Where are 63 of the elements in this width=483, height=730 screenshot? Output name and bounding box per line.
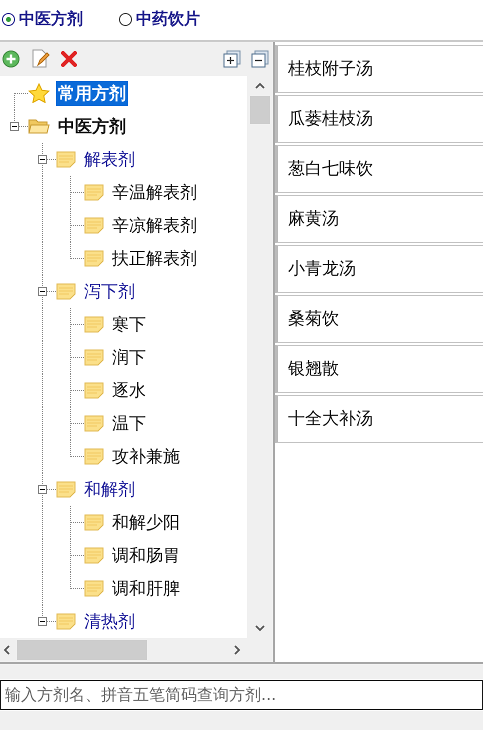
- radio-button[interactable]: [2, 13, 15, 26]
- formula-item[interactable]: 葱白七味饮: [275, 144, 483, 193]
- collapse-toggle-icon[interactable]: [38, 616, 47, 626]
- scroll-left-icon[interactable]: [3, 644, 11, 655]
- radio-button[interactable]: [119, 13, 132, 26]
- tree-item[interactable]: 和解少阳: [110, 510, 182, 535]
- collapse-toggle-icon[interactable]: [38, 286, 47, 296]
- tree-item[interactable]: 和解剂: [82, 476, 137, 502]
- tree-item[interactable]: 润下: [110, 344, 148, 370]
- note-icon: [84, 447, 104, 466]
- tree-item[interactable]: 泻下剂: [82, 278, 137, 304]
- radio-label[interactable]: 中药饮片: [136, 9, 200, 30]
- scroll-up-icon[interactable]: [255, 82, 265, 90]
- scroll-right-icon[interactable]: [233, 644, 241, 655]
- formula-item[interactable]: 银翘散: [275, 344, 483, 393]
- search-field[interactable]: 输入方剂名、拼音五笔简码查询方剂...: [0, 680, 483, 710]
- collapse-all-icon[interactable]: [251, 50, 269, 68]
- tree-item[interactable]: 调和肝脾: [110, 576, 182, 601]
- tree-item[interactable]: 中医方剂: [56, 114, 128, 139]
- collapse-toggle-icon[interactable]: [38, 484, 47, 494]
- delete-icon[interactable]: [60, 50, 78, 68]
- scrollbar-thumb[interactable]: [250, 96, 270, 124]
- note-icon: [84, 381, 104, 400]
- note-icon: [56, 480, 76, 498]
- tree-item[interactable]: 寒下: [110, 312, 148, 337]
- note-icon: [84, 546, 104, 564]
- tree-item[interactable]: 调和肠胃: [110, 542, 182, 568]
- radio-label[interactable]: 中医方剂: [19, 9, 83, 30]
- tree-item[interactable]: 辛温解表剂: [110, 180, 199, 205]
- formula-item[interactable]: 小青龙汤: [275, 244, 483, 293]
- formula-item[interactable]: 麻黄汤: [275, 194, 483, 243]
- tree-item[interactable]: 攻补兼施: [110, 444, 182, 469]
- note-icon: [84, 513, 104, 532]
- tree-item[interactable]: 扶正解表剂: [110, 246, 199, 271]
- note-icon: [56, 150, 76, 168]
- note-icon: [84, 348, 104, 366]
- tree-item[interactable]: 解表剂: [82, 146, 137, 172]
- note-icon: [56, 612, 76, 630]
- note-icon: [56, 282, 76, 300]
- collapse-toggle-icon[interactable]: [10, 122, 19, 131]
- note-icon: [84, 249, 104, 268]
- note-icon: [84, 414, 104, 432]
- note-icon: [84, 216, 104, 234]
- formula-item[interactable]: 瓜蒌桂枝汤: [275, 94, 483, 143]
- tree-item[interactable]: 常用方剂: [56, 80, 128, 106]
- edit-icon[interactable]: [30, 48, 50, 69]
- collapse-toggle-icon[interactable]: [38, 154, 47, 164]
- scrollbar-thumb[interactable]: [17, 640, 147, 660]
- tree-item[interactable]: 清热剂: [82, 608, 137, 634]
- formula-item[interactable]: 十全大补汤: [275, 394, 483, 443]
- note-icon: [84, 579, 104, 598]
- tree-item[interactable]: 逐水: [110, 378, 148, 403]
- star-icon: [28, 83, 50, 104]
- tree-item[interactable]: 辛凉解表剂: [110, 212, 199, 238]
- tree-item[interactable]: 温下: [110, 410, 148, 436]
- scroll-down-icon[interactable]: [255, 624, 265, 632]
- formula-item[interactable]: 桂枝附子汤: [275, 44, 483, 93]
- formula-item[interactable]: 桑菊饮: [275, 294, 483, 343]
- note-icon: [84, 315, 104, 334]
- add-icon[interactable]: [2, 50, 20, 68]
- note-icon: [84, 183, 104, 202]
- expand-all-icon[interactable]: [223, 50, 241, 68]
- folder-icon: [28, 117, 50, 136]
